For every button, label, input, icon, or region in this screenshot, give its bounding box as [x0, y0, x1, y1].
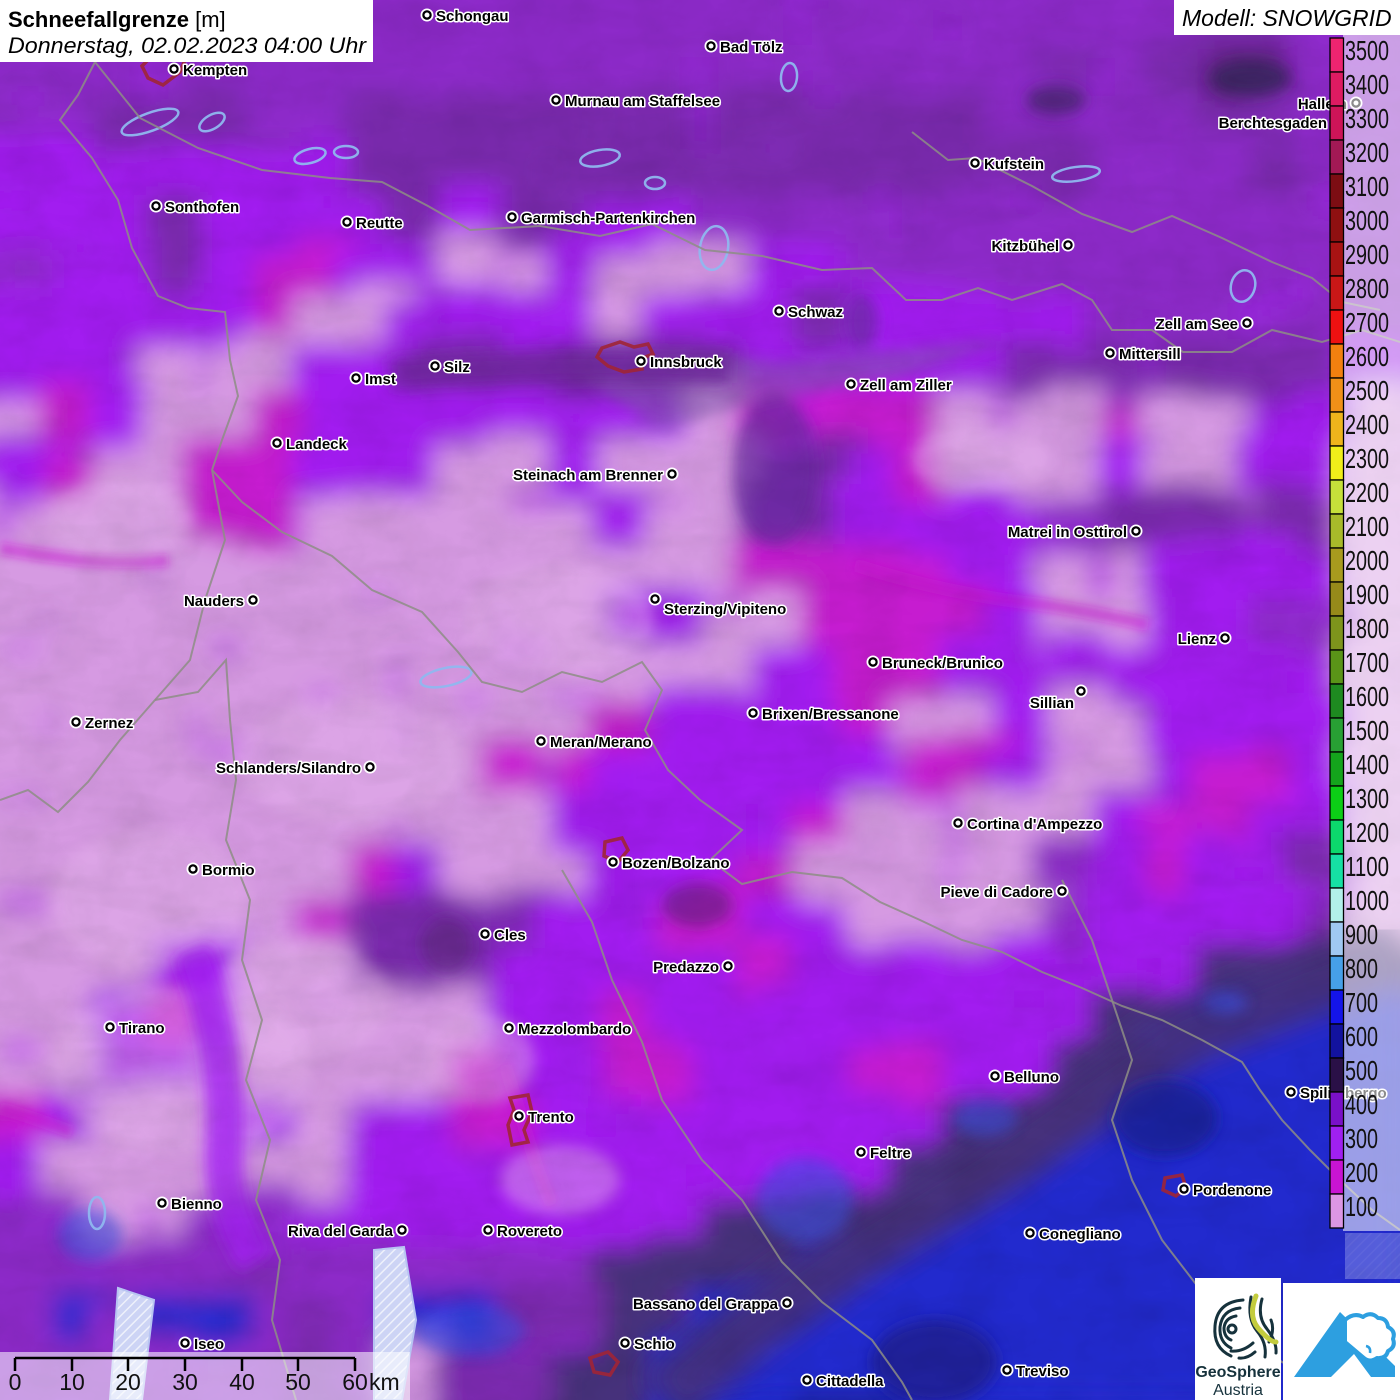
svg-text:Brixen/Bressanone: Brixen/Bressanone	[762, 706, 899, 723]
svg-text:1100: 1100	[1345, 851, 1389, 882]
svg-text:Matrei in Osttirol: Matrei in Osttirol	[1008, 524, 1127, 541]
svg-text:50: 50	[285, 1369, 311, 1395]
svg-text:Conegliano: Conegliano	[1039, 1226, 1121, 1243]
svg-text:Pordenone: Pordenone	[1193, 1182, 1271, 1199]
svg-text:Bruneck/Brunico: Bruneck/Brunico	[882, 655, 1003, 672]
svg-text:500: 500	[1345, 1055, 1378, 1086]
svg-text:3200: 3200	[1345, 137, 1389, 168]
svg-text:2100: 2100	[1345, 511, 1389, 542]
svg-text:Cortina d'Ampezzo: Cortina d'Ampezzo	[967, 816, 1102, 833]
svg-text:Murnau am Staffelsee: Murnau am Staffelsee	[565, 93, 720, 110]
svg-text:900: 900	[1345, 919, 1378, 950]
svg-text:Berchtesgaden: Berchtesgaden	[1219, 115, 1327, 132]
svg-text:Cles: Cles	[494, 927, 526, 944]
svg-text:3500: 3500	[1345, 35, 1389, 66]
svg-text:10: 10	[59, 1369, 85, 1395]
svg-text:Modell: SNOWGRID: Modell: SNOWGRID	[1182, 5, 1392, 31]
svg-text:0: 0	[9, 1369, 22, 1395]
svg-text:Innsbruck: Innsbruck	[650, 354, 722, 371]
svg-text:GeoSphere: GeoSphere	[1195, 1364, 1280, 1381]
svg-text:1200: 1200	[1345, 817, 1389, 848]
svg-text:Zell am See: Zell am See	[1155, 316, 1238, 333]
svg-text:Cittadella: Cittadella	[816, 1373, 884, 1390]
svg-text:Nauders: Nauders	[184, 593, 244, 610]
svg-text:km: km	[369, 1369, 400, 1395]
svg-text:Belluno: Belluno	[1004, 1069, 1059, 1086]
svg-text:Riva del Garda: Riva del Garda	[288, 1223, 394, 1240]
svg-text:60: 60	[342, 1369, 368, 1395]
svg-text:2300: 2300	[1345, 443, 1389, 474]
svg-text:1300: 1300	[1345, 783, 1389, 814]
svg-text:3100: 3100	[1345, 171, 1389, 202]
svg-text:40: 40	[229, 1369, 255, 1395]
svg-text:2600: 2600	[1345, 341, 1389, 372]
svg-text:Mezzolombardo: Mezzolombardo	[518, 1021, 631, 1038]
svg-text:Sterzing/Vipiteno: Sterzing/Vipiteno	[664, 601, 786, 618]
svg-text:Imst: Imst	[365, 371, 396, 388]
svg-text:20: 20	[115, 1369, 141, 1395]
svg-text:3000: 3000	[1345, 205, 1389, 236]
svg-text:Schwaz: Schwaz	[788, 304, 843, 321]
svg-text:Austria: Austria	[1213, 1382, 1263, 1399]
svg-text:Rovereto: Rovereto	[497, 1223, 562, 1240]
svg-text:2400: 2400	[1345, 409, 1389, 440]
svg-text:Pieve di Cadore: Pieve di Cadore	[940, 884, 1053, 901]
svg-text:Kufstein: Kufstein	[984, 156, 1044, 173]
svg-text:Lienz: Lienz	[1178, 631, 1216, 648]
svg-text:1600: 1600	[1345, 681, 1389, 712]
svg-text:600: 600	[1345, 1021, 1378, 1052]
svg-text:Sillian: Sillian	[1030, 695, 1074, 712]
svg-text:Bormio: Bormio	[202, 862, 255, 879]
svg-text:800: 800	[1345, 953, 1378, 984]
svg-text:Bad Tölz: Bad Tölz	[720, 39, 783, 56]
svg-text:Schongau: Schongau	[436, 8, 509, 25]
svg-text:Bassano del Grappa: Bassano del Grappa	[633, 1296, 779, 1313]
svg-text:400: 400	[1345, 1089, 1378, 1120]
svg-text:2800: 2800	[1345, 273, 1389, 304]
svg-text:1400: 1400	[1345, 749, 1389, 780]
svg-text:Schlanders/Silandro: Schlanders/Silandro	[216, 760, 361, 777]
svg-text:1500: 1500	[1345, 715, 1389, 746]
svg-text:700: 700	[1345, 987, 1378, 1018]
svg-text:300: 300	[1345, 1123, 1378, 1154]
svg-text:1000: 1000	[1345, 885, 1389, 916]
svg-text:Meran/Merano: Meran/Merano	[550, 734, 652, 751]
svg-text:Steinach am Brenner: Steinach am Brenner	[513, 467, 663, 484]
svg-text:2000: 2000	[1345, 545, 1389, 576]
svg-text:Tirano: Tirano	[119, 1020, 165, 1037]
svg-text:Mittersill: Mittersill	[1119, 346, 1181, 363]
svg-text:1900: 1900	[1345, 579, 1389, 610]
svg-text:200: 200	[1345, 1157, 1378, 1188]
svg-text:1700: 1700	[1345, 647, 1389, 678]
svg-text:30: 30	[172, 1369, 198, 1395]
svg-text:100: 100	[1345, 1191, 1378, 1222]
svg-text:Donnerstag, 02.02.2023 04:00 U: Donnerstag, 02.02.2023 04:00 Uhr	[8, 33, 368, 58]
svg-text:Bienno: Bienno	[171, 1196, 222, 1213]
svg-text:Feltre: Feltre	[870, 1145, 911, 1162]
svg-text:3300: 3300	[1345, 103, 1389, 134]
svg-text:Iseo: Iseo	[194, 1336, 224, 1353]
svg-text:Silz: Silz	[444, 359, 470, 376]
svg-text:Schio: Schio	[634, 1336, 675, 1353]
svg-text:Treviso: Treviso	[1016, 1363, 1069, 1380]
svg-text:Sonthofen: Sonthofen	[165, 199, 239, 216]
svg-text:Bozen/Bolzano: Bozen/Bolzano	[622, 855, 730, 872]
svg-text:3400: 3400	[1345, 69, 1389, 100]
svg-text:Garmisch-Partenkirchen: Garmisch-Partenkirchen	[521, 210, 695, 227]
svg-text:Predazzo: Predazzo	[653, 959, 719, 976]
svg-text:2900: 2900	[1345, 239, 1389, 270]
svg-text:Kitzbühel: Kitzbühel	[992, 238, 1060, 255]
svg-text:2200: 2200	[1345, 477, 1389, 508]
svg-text:Trento: Trento	[528, 1109, 574, 1126]
svg-text:2500: 2500	[1345, 375, 1389, 406]
svg-text:Kempten: Kempten	[183, 62, 247, 79]
svg-text:Zernez: Zernez	[85, 715, 133, 732]
svg-text:1800: 1800	[1345, 613, 1389, 644]
svg-text:Landeck: Landeck	[286, 436, 348, 453]
svg-text:Reutte: Reutte	[356, 215, 403, 232]
svg-text:2700: 2700	[1345, 307, 1389, 338]
svg-text:Zell am Ziller: Zell am Ziller	[860, 377, 952, 394]
svg-text:Schneefallgrenze [m]: Schneefallgrenze [m]	[8, 7, 226, 32]
